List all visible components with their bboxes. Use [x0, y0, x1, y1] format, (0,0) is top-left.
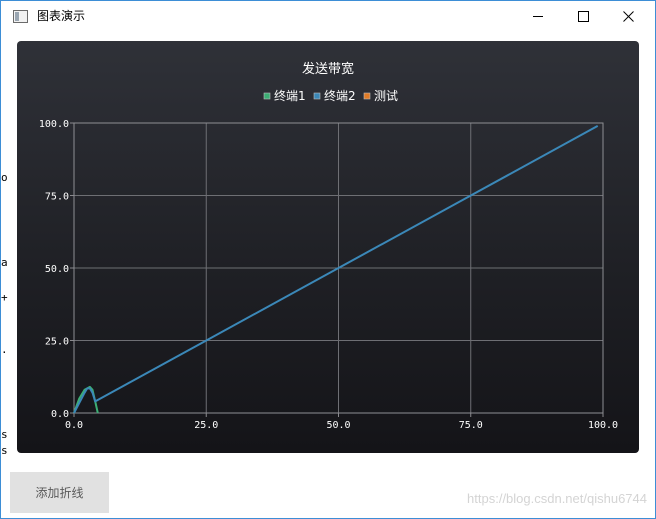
- app-window: 图表演示 o a + . s s 发送带宽终端1 终端2 测试 0.0 25.0 50.0…: [0, 0, 656, 519]
- clipped-text: +: [1, 291, 8, 304]
- legend-label: 终端2: [324, 88, 356, 103]
- y-tick-label: 0.0: [51, 409, 69, 420]
- x-tick-label: 0.0: [65, 420, 83, 431]
- minimize-button[interactable]: [515, 1, 561, 32]
- chart-view: 发送带宽终端1 终端2 测试 0.0 25.0 50.0 75.0 100.0 0.0 25.0 5…: [17, 41, 639, 453]
- y-tick-label: 50.0: [45, 264, 69, 275]
- clipped-text: a: [1, 256, 8, 269]
- close-button[interactable]: [605, 1, 651, 32]
- maximize-button[interactable]: [560, 1, 606, 32]
- legend-marker: [313, 92, 321, 100]
- add-line-button[interactable]: 添加折线: [10, 472, 109, 513]
- x-tick-label: 25.0: [194, 420, 218, 431]
- x-tick-label: 75.0: [459, 420, 483, 431]
- clipped-text: s: [1, 428, 8, 441]
- legend-label: 测试: [374, 88, 398, 103]
- legend-label: 终端1: [274, 88, 306, 103]
- clipped-text: .: [1, 343, 8, 356]
- clipped-text: o: [1, 171, 8, 184]
- watermark: https://blog.csdn.net/qishu6744: [467, 491, 647, 506]
- line-chart: 发送带宽终端1 终端2 测试 0.0 25.0 50.0 75.0 100.0 0.0 25.0 5…: [39, 61, 618, 431]
- chart-title: 发送带宽: [302, 61, 354, 77]
- app-window-icon: [13, 10, 28, 23]
- x-tick-label: 100.0: [588, 420, 618, 431]
- x-tick-label: 50.0: [326, 420, 350, 431]
- series-line: [73, 125, 599, 414]
- y-tick-label: 25.0: [45, 337, 69, 348]
- legend-marker: [263, 92, 271, 100]
- close-icon: [622, 11, 634, 22]
- y-tick-label: 100.0: [39, 119, 69, 130]
- clipped-text: s: [1, 444, 8, 457]
- legend-marker: [363, 92, 371, 100]
- window-title: 图表演示: [37, 9, 86, 23]
- title-bar[interactable]: 图表演示: [1, 1, 655, 32]
- minimize-icon: [532, 16, 543, 17]
- y-tick-label: 75.0: [45, 192, 69, 203]
- maximize-icon: [577, 11, 589, 22]
